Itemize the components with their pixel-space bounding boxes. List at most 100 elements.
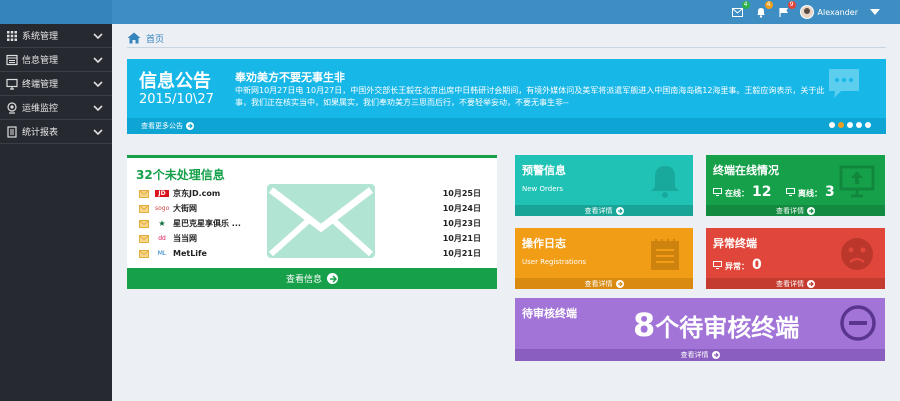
arrow-right-icon (807, 206, 815, 215)
eye-icon (7, 102, 17, 114)
details-label: 查看详情 (776, 206, 804, 215)
more-announcements-label: 查看更多公告 (141, 122, 183, 130)
pending-count: 8 (633, 306, 656, 344)
arrow-right-icon (186, 122, 194, 130)
view-messages-label: 查看信息 (285, 275, 322, 285)
pending-review-tile: 待审核终端 8个待审核终端 查看详情 (515, 298, 885, 361)
alert-details-link[interactable]: 查看详情 (515, 205, 693, 216)
sidebar-item-label: 信息管理 (22, 56, 59, 66)
user-menu[interactable]: Alexander (799, 5, 880, 19)
flag-button[interactable]: 9 (777, 1, 796, 19)
message-row[interactable]: sogo 大街网 10月24日 (139, 201, 485, 216)
alert-tile: 预警信息 New Orders 查看详情 (515, 155, 693, 216)
abnormal-terminal-tile: 异常终端 异常： 0 查看详情 (706, 228, 885, 289)
top-bar-left (0, 0, 112, 24)
metlife-logo: ML (157, 250, 167, 257)
grid-icon (7, 31, 17, 41)
sidebar-item-monitor[interactable]: 运维监控 (0, 96, 112, 120)
announcement-label: 信息公告 (139, 71, 211, 92)
alert-subtitle: New Orders (522, 185, 564, 193)
details-label: 查看详情 (680, 351, 709, 359)
message-date: 10月24日 (442, 204, 481, 213)
notification-button[interactable]: 4 (754, 1, 773, 19)
pending-text: 个待审核终端 (655, 314, 800, 342)
abnormal-stat: 异常： 0 (713, 257, 762, 273)
small-envelope-icon (139, 204, 149, 213)
view-messages-button[interactable]: 查看信息 (127, 268, 497, 289)
message-list: JD 京东JD.com 10月25日 sogo 大街网 10月24日 ★ 星巴克… (139, 186, 485, 261)
message-date: 10月21日 (442, 249, 481, 258)
bell-badge: 4 (764, 1, 773, 9)
pending-headline: 8个待审核终端 (633, 306, 799, 344)
message-row[interactable]: ML MetLife 10月21日 (139, 246, 485, 261)
abnormal-title: 异常终端 (713, 237, 757, 250)
breadcrumb-home[interactable]: 首页 (146, 32, 164, 45)
monitor-icon (786, 188, 795, 196)
online-title: 终端在线情况 (713, 164, 779, 177)
carousel-dot[interactable] (829, 122, 835, 128)
small-envelope-icon (139, 249, 149, 258)
details-label: 查看详情 (584, 279, 613, 288)
carousel-dot[interactable] (847, 122, 853, 128)
pending-details-link[interactable]: 查看详情 (515, 349, 885, 361)
arrow-right-icon (615, 206, 624, 215)
message-sender: 当当网 (173, 234, 197, 243)
sidebar-item-terminal[interactable]: 终端管理 (0, 72, 112, 96)
unprocessed-messages-card: 32个未处理信息 JD 京东JD.com 10月25日 sogo 大街网 10月… (127, 155, 497, 289)
log-title: 操作日志 (522, 237, 566, 250)
small-envelope-icon (139, 234, 149, 243)
offline-label: 离线： (798, 189, 822, 198)
home-icon (127, 32, 141, 44)
flag-icon (778, 7, 788, 17)
sidebar-item-info[interactable]: 信息管理 (0, 48, 112, 72)
more-announcements-link[interactable]: 查看更多公告 (141, 121, 194, 131)
terminal-online-tile: 终端在线情况 在线： 12 离线： 3 查看详情 (706, 155, 885, 216)
sidebar-item-reports[interactable]: 统计报表 (0, 120, 112, 144)
carousel-dots (829, 122, 871, 128)
chevron-down-icon (93, 81, 103, 88)
report-icon (7, 126, 17, 138)
sidebar-item-label: 运维监控 (22, 104, 59, 114)
offline-count: 3 (825, 184, 835, 200)
carousel-dot[interactable] (856, 122, 862, 128)
pending-title: 待审核终端 (522, 307, 577, 320)
abnormal-label: 异常： (725, 262, 749, 271)
bell-icon (651, 166, 679, 198)
online-details-link[interactable]: 查看详情 (706, 205, 885, 216)
monitor-icon (6, 78, 18, 90)
announcement-title[interactable]: 奉劝美方不要无事生非 (235, 69, 345, 85)
flag-badge: 9 (787, 1, 796, 9)
abnormal-count: 0 (752, 257, 762, 273)
online-stat: 在线： 12 (713, 184, 771, 200)
abnormal-details-link[interactable]: 查看详情 (706, 278, 885, 289)
monitor-icon (713, 188, 722, 196)
chevron-down-icon (93, 57, 103, 64)
avatar (799, 5, 814, 19)
announcement-banner: 信息公告 2015/10\27 奉劝美方不要无事生非 中新网10月27日电 10… (127, 59, 886, 134)
announcement-body: 中新网10月27日电 10月27日，中国外交部长王毅在北京出席中日韩研讨会期间，… (235, 86, 825, 107)
small-envelope-icon (139, 219, 149, 228)
message-sender: MetLife (173, 249, 207, 258)
message-row[interactable]: dd 当当网 10月21日 (139, 231, 485, 246)
mail-button[interactable]: 4 (731, 1, 750, 19)
message-row[interactable]: JD 京东JD.com 10月25日 (139, 186, 485, 201)
mail-badge: 4 (741, 1, 750, 9)
top-bar-icons: 4 4 9 Alexander (731, 1, 880, 21)
monitor-upload-icon (839, 165, 875, 198)
mail-icon (732, 7, 744, 17)
jd-logo: JD (155, 190, 169, 197)
message-row[interactable]: ★ 星巴克星享俱乐 ... 10月23日 (139, 216, 485, 231)
online-count: 12 (752, 184, 772, 200)
dangdang-logo: dd (158, 235, 166, 242)
log-details-link[interactable]: 查看详情 (515, 278, 693, 289)
carousel-dot-active[interactable] (838, 122, 844, 128)
carousel-dot[interactable] (865, 122, 871, 128)
breadcrumb: 首页 (127, 30, 164, 46)
sidebar-item-label: 统计报表 (22, 128, 59, 138)
details-label: 查看详情 (776, 279, 804, 288)
dajie-logo: sogo (155, 205, 170, 212)
operation-log-tile: 操作日志 User Registrations 查看详情 (515, 228, 693, 289)
sidebar-item-system[interactable]: 系统管理 (0, 24, 112, 48)
chevron-down-icon (93, 105, 103, 112)
announcement-date: 2015/10\27 (139, 92, 214, 107)
